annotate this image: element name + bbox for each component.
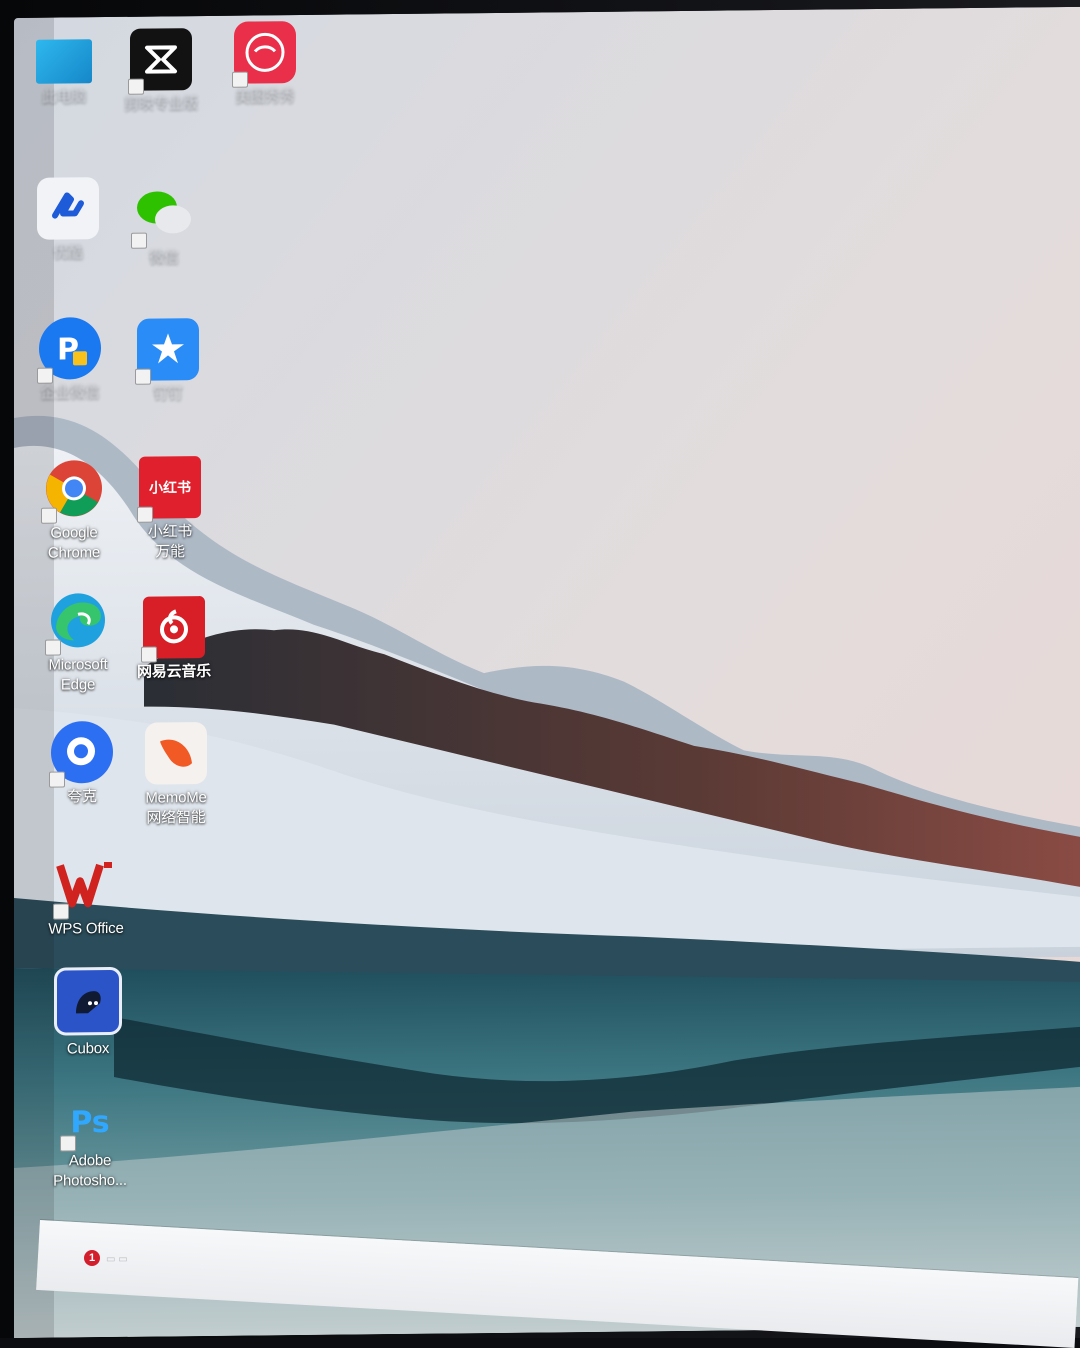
- desktop-icon-label: 此电脑: [41, 88, 87, 106]
- desktop-icon-memome[interactable]: MemoMe 网络智能: [126, 721, 226, 829]
- cubox-icon: [54, 966, 122, 1036]
- desktop-icon-netease-music[interactable]: 网易云音乐: [124, 595, 224, 683]
- taskbar-app-icon[interactable]: ▭ ▭: [106, 1254, 136, 1265]
- desktop-icon-label: Adobe Photosho...: [53, 1151, 127, 1190]
- desktop-icon-label: 夸克: [67, 788, 97, 806]
- netease-music-icon: [141, 595, 205, 663]
- desktop-icon-capcut[interactable]: 剪映专业版: [111, 28, 211, 115]
- desktop-icon-quark[interactable]: 夸克: [32, 720, 132, 808]
- photoshop-glyph-text: Ps: [70, 1104, 110, 1140]
- desktop-icon-this-pc[interactable]: 此电脑: [14, 39, 114, 108]
- desktop-icon-cubox[interactable]: Cubox: [38, 966, 138, 1060]
- desktop-icon-label: Cubox: [66, 1040, 110, 1058]
- dingtalk-icon: [135, 318, 199, 385]
- desktop-icon-label: 钉钉: [153, 385, 183, 403]
- desktop-icon-label: 企业微信: [40, 384, 100, 402]
- desktop-icon-label: Microsoft Edge: [48, 656, 108, 694]
- desktop-icon-label: 剪映专业版: [123, 95, 198, 113]
- desktop-icon-xiaohongshu[interactable]: 小红书 小红书 万能: [120, 456, 220, 563]
- chrome-icon: [41, 457, 105, 524]
- desktop-icon-adobe-photoshop[interactable]: Ps Adobe Photosho...: [40, 1097, 140, 1192]
- desktop-icon-label: 美图秀秀: [235, 88, 295, 106]
- capcut-icon: [128, 28, 192, 95]
- desktop-screen: 此电脑 剪映专业版 美图秀秀 优酷 微信 P 企业微信 钉钉 Google Ch…: [14, 6, 1080, 1338]
- edge-icon: [45, 589, 109, 656]
- xiaohongshu-icon: 小红书: [137, 456, 201, 523]
- desktop-icon-google-chrome[interactable]: Google Chrome: [24, 457, 124, 564]
- desktop-icon-label: Google Chrome: [47, 524, 101, 562]
- wps-office-icon: [53, 853, 117, 920]
- desktop-icon-dingtalk[interactable]: 钉钉: [118, 318, 218, 405]
- desktop-icon-wechat[interactable]: 微信: [114, 182, 214, 269]
- desktop-icon-label: 网易云音乐: [136, 662, 211, 681]
- youku-icon: [37, 177, 99, 240]
- desktop-icon-meitu[interactable]: 美图秀秀: [215, 21, 315, 108]
- quark-icon: [49, 720, 113, 788]
- meitu-icon: [232, 21, 296, 88]
- desktop-icon-wps-office[interactable]: WPS Office: [36, 853, 136, 940]
- desktop-icon-label: WPS Office: [48, 919, 124, 938]
- monitor-icon: [36, 39, 92, 84]
- desktop-icon-label: 微信: [149, 249, 179, 267]
- desktop-icon-label: 小红书 万能: [147, 523, 193, 561]
- xiaohongshu-glyph-text: 小红书: [149, 479, 191, 496]
- wechat-icon: [131, 182, 195, 249]
- memome-icon: [145, 721, 207, 785]
- photoshop-icon: Ps: [60, 1097, 118, 1152]
- desktop-icon-pp-app[interactable]: P 企业微信: [20, 317, 120, 404]
- pp-app-icon: P: [37, 317, 101, 384]
- desktop-icon-label: 优酷: [53, 244, 83, 262]
- desktop-icon-youku[interactable]: 优酷: [18, 177, 118, 264]
- desktop-icon-label: MemoMe 网络智能: [145, 788, 207, 827]
- taskbar-notification-badge[interactable]: 1: [84, 1250, 100, 1266]
- desktop-icon-microsoft-edge[interactable]: Microsoft Edge: [28, 589, 128, 696]
